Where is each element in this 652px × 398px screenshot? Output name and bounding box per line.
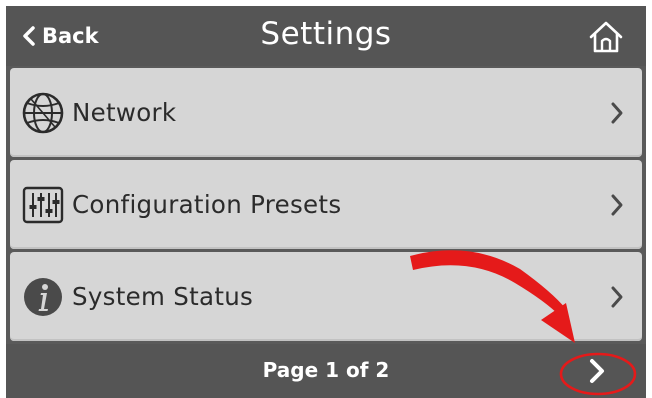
settings-screen: Back Settings Network Configuration Pres… [6, 6, 646, 398]
chevron-right-icon [611, 286, 623, 307]
info-icon [20, 274, 66, 320]
menu-item-configuration-presets[interactable]: Configuration Presets [10, 160, 642, 249]
chevron-right-icon [611, 102, 623, 123]
globe-icon [20, 90, 66, 136]
menu-item-network[interactable]: Network [10, 68, 642, 157]
header-bar: Back Settings [6, 6, 646, 66]
sliders-icon [20, 182, 66, 228]
chevron-right-icon [611, 194, 623, 215]
menu-item-label: System Status [72, 282, 254, 311]
page-indicator: Page 1 of 2 [262, 358, 390, 382]
home-button[interactable] [588, 20, 624, 54]
menu-item-label: Configuration Presets [72, 190, 342, 219]
menu-item-label: Network [72, 98, 177, 127]
home-icon [589, 21, 623, 53]
page-title: Settings [260, 16, 392, 52]
pagination-bar: Page 1 of 2 [6, 344, 646, 398]
next-page-button[interactable] [582, 356, 612, 386]
menu-item-system-status[interactable]: System Status [10, 252, 642, 341]
chevron-right-icon [590, 359, 604, 383]
